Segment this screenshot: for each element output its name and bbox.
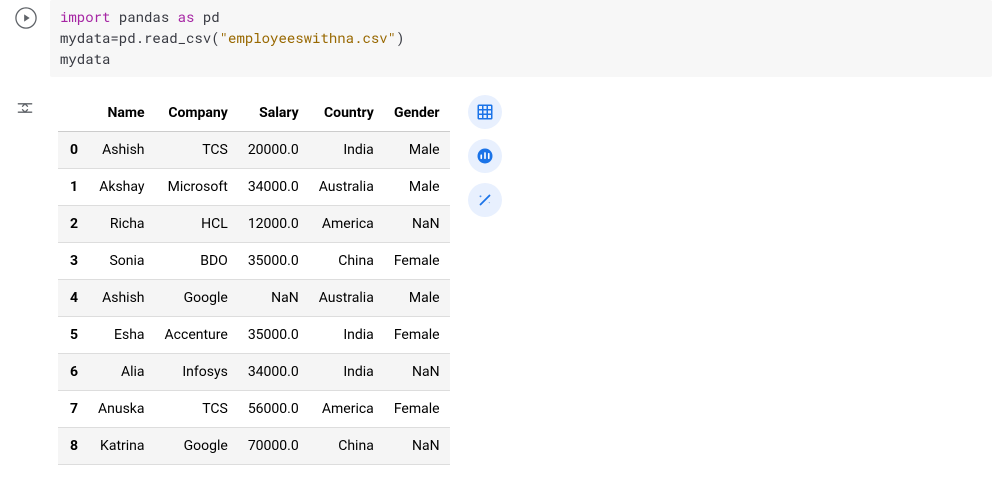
keyword-as: as (178, 7, 195, 26)
suggest-charts-button[interactable] (468, 139, 502, 173)
table-cell: America (309, 391, 384, 428)
alias-name: pd (203, 7, 220, 26)
table-cell: Sonia (88, 243, 155, 280)
table-cell: HCL (155, 206, 238, 243)
output-gutter (0, 95, 50, 121)
play-icon (15, 7, 37, 29)
module-name: pandas (119, 7, 169, 26)
table-cell: TCS (155, 391, 238, 428)
table-cell: Anuska (88, 391, 155, 428)
code-text: ) (396, 28, 404, 47)
column-header: Company (155, 95, 238, 132)
table-cell: Female (384, 391, 450, 428)
table-cell: Accenture (155, 317, 238, 354)
table-row: 1AkshayMicrosoft34000.0AustraliaMale (58, 169, 450, 206)
column-header: Gender (384, 95, 450, 132)
table-cell: Microsoft (155, 169, 238, 206)
table-cell: Male (384, 280, 450, 317)
table-row: 8KatrinaGoogle70000.0ChinaNaN (58, 428, 450, 465)
string-literal: "employeeswithna.csv" (220, 28, 396, 47)
row-index: 6 (58, 354, 88, 391)
table-cell: NaN (384, 428, 450, 465)
table-cell: India (309, 132, 384, 169)
generate-code-button[interactable] (468, 183, 502, 217)
interactive-table-button[interactable] (468, 95, 502, 129)
index-header (58, 95, 88, 132)
table-cell: Infosys (155, 354, 238, 391)
run-cell-button[interactable] (12, 4, 40, 32)
table-icon (476, 103, 494, 121)
table-cell: Esha (88, 317, 155, 354)
row-index: 1 (58, 169, 88, 206)
column-header: Salary (238, 95, 309, 132)
row-index: 5 (58, 317, 88, 354)
table-cell: America (309, 206, 384, 243)
table-header: Name Company Salary Country Gender (58, 95, 450, 132)
table-row: 5EshaAccenture35000.0IndiaFemale (58, 317, 450, 354)
table-row: 0AshishTCS20000.0IndiaMale (58, 132, 450, 169)
table-cell: TCS (155, 132, 238, 169)
table-cell: Akshay (88, 169, 155, 206)
code-text: mydata=pd.read_csv( (60, 28, 220, 47)
table-cell: Female (384, 317, 450, 354)
table-cell: BDO (155, 243, 238, 280)
code-editor[interactable]: import pandas as pd mydata=pd.read_csv("e… (50, 0, 992, 77)
row-index: 3 (58, 243, 88, 280)
table-row: 3SoniaBDO35000.0ChinaFemale (58, 243, 450, 280)
table-cell: NaN (384, 206, 450, 243)
table-cell: 35000.0 (238, 317, 309, 354)
table-cell: Richa (88, 206, 155, 243)
table-cell: Male (384, 132, 450, 169)
table-cell: India (309, 354, 384, 391)
table-cell: Male (384, 169, 450, 206)
collapse-output-icon (15, 98, 35, 118)
table-row: 6AliaInfosys34000.0IndiaNaN (58, 354, 450, 391)
magic-wand-icon (476, 191, 494, 209)
table-cell: 20000.0 (238, 132, 309, 169)
dataframe-table: Name Company Salary Country Gender 0Ashi… (58, 95, 450, 465)
toggle-output-button[interactable] (12, 95, 38, 121)
row-index: 0 (58, 132, 88, 169)
table-row: 7AnuskaTCS56000.0AmericaFemale (58, 391, 450, 428)
table-cell: China (309, 428, 384, 465)
row-index: 7 (58, 391, 88, 428)
table-row: 4AshishGoogleNaNAustraliaMale (58, 280, 450, 317)
table-cell: Katrina (88, 428, 155, 465)
table-cell: Australia (309, 280, 384, 317)
table-cell: 70000.0 (238, 428, 309, 465)
code-cell: import pandas as pd mydata=pd.read_csv("e… (0, 0, 992, 77)
column-header: Country (309, 95, 384, 132)
output-side-actions (468, 95, 502, 217)
table-cell: India (309, 317, 384, 354)
table-cell: 34000.0 (238, 169, 309, 206)
output-body: Name Company Salary Country Gender 0Ashi… (50, 95, 992, 465)
chart-icon (476, 147, 494, 165)
cell-gutter (0, 0, 50, 32)
keyword-import: import (60, 7, 110, 26)
table-cell: 35000.0 (238, 243, 309, 280)
table-row: 2RichaHCL12000.0AmericaNaN (58, 206, 450, 243)
table-cell: China (309, 243, 384, 280)
table-cell: NaN (384, 354, 450, 391)
column-header: Name (88, 95, 155, 132)
row-index: 2 (58, 206, 88, 243)
row-index: 8 (58, 428, 88, 465)
table-cell: NaN (238, 280, 309, 317)
table-cell: Female (384, 243, 450, 280)
table-cell: Alia (88, 354, 155, 391)
table-cell: Australia (309, 169, 384, 206)
table-cell: Google (155, 280, 238, 317)
table-cell: 12000.0 (238, 206, 309, 243)
table-cell: 34000.0 (238, 354, 309, 391)
table-cell: Ashish (88, 280, 155, 317)
variable-name: mydata (60, 49, 110, 68)
output-area: Name Company Salary Country Gender 0Ashi… (0, 95, 992, 465)
table-cell: 56000.0 (238, 391, 309, 428)
table-cell: Google (155, 428, 238, 465)
row-index: 4 (58, 280, 88, 317)
table-cell: Ashish (88, 132, 155, 169)
